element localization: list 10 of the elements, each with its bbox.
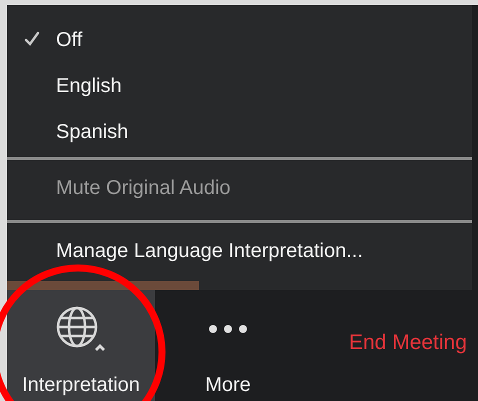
more-icon <box>208 324 248 334</box>
menu-item[interactable]: Spanish <box>7 109 472 155</box>
menu-item: Mute Original Audio <box>55 176 232 202</box>
end-meeting-button[interactable]: End Meeting <box>301 284 467 401</box>
menu-item[interactable]: Off <box>7 17 472 63</box>
more-button[interactable]: More <box>155 290 301 401</box>
interpretation-button[interactable]: Interpretation <box>7 290 155 401</box>
menu-item[interactable]: English <box>7 63 472 109</box>
menu-item[interactable]: Manage Language Interpretation... <box>7 222 472 281</box>
globe-icon <box>55 306 107 352</box>
